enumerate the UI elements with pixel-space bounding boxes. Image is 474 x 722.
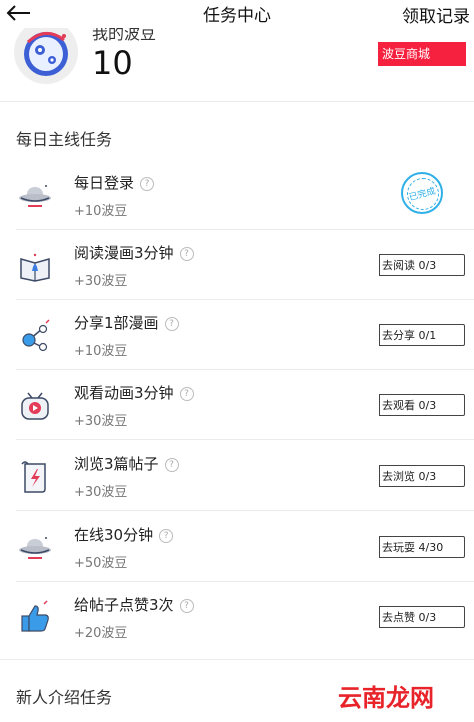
watch-button[interactable]: 去观看 0/3 [379, 394, 465, 416]
ufo-icon [16, 529, 54, 567]
task-name: 观看动画3分钟? [74, 382, 194, 403]
browse-button[interactable]: 去浏览 0/3 [379, 465, 465, 487]
task-name: 每日登录? [74, 172, 155, 193]
play-button[interactable]: 去玩耍 4/30 [379, 536, 465, 558]
task-reward: +10波豆 [74, 204, 128, 219]
task-row: 观看动画3分钟? +30波豆 去观看 0/3 [0, 370, 474, 440]
help-icon[interactable]: ? [159, 529, 174, 543]
balance-value: 10 [92, 44, 133, 82]
task-reward: +10波豆 [74, 344, 128, 359]
task-reward: +50波豆 [74, 556, 128, 571]
task-name: 阅读漫画3分钟? [74, 242, 194, 263]
task-row: 阅读漫画3分钟? +30波豆 去阅读 0/3 [0, 230, 474, 300]
records-link[interactable]: 领取记录 [402, 2, 470, 27]
help-icon[interactable]: ? [140, 177, 155, 191]
help-icon[interactable]: ? [164, 458, 179, 472]
task-row: 在线30分钟? +50波豆 去玩耍 4/30 [0, 512, 474, 582]
completed-stamp: 已完成 [401, 172, 443, 214]
task-reward: +30波豆 [74, 414, 128, 429]
task-reward: +30波豆 [74, 274, 128, 289]
newbie-section-title: 新人介绍任务 [16, 688, 113, 707]
comic-book-icon [16, 247, 54, 285]
top-bar: 任务中心 领取记录 [0, 0, 474, 28]
help-icon[interactable]: ? [179, 387, 194, 401]
like-button[interactable]: 去点赞 0/3 [379, 606, 465, 628]
divider [16, 439, 474, 440]
task-name: 浏览3篇帖子? [74, 453, 179, 474]
divider [0, 659, 474, 660]
read-button[interactable]: 去阅读 0/3 [379, 254, 465, 276]
thumbs-up-icon [16, 599, 54, 637]
ufo-icon [16, 177, 54, 215]
task-row: 给帖子点赞3次? +20波豆 去点赞 0/3 [0, 582, 474, 652]
help-icon[interactable]: ? [179, 247, 194, 261]
share-nodes-icon [16, 317, 54, 355]
task-reward: +20波豆 [74, 626, 128, 641]
divider [0, 101, 474, 102]
task-row: 分享1部漫画? +10波豆 去分享 0/1 [0, 300, 474, 370]
task-name: 给帖子点赞3次? [74, 594, 194, 615]
task-row: 浏览3篇帖子? +30波豆 去浏览 0/3 [0, 441, 474, 511]
watermark-logo: 云南龙网 [338, 684, 434, 712]
help-icon[interactable]: ? [164, 317, 179, 331]
planet-avatar-icon [14, 20, 78, 84]
scroll-icon [16, 458, 54, 496]
tv-robot-icon [16, 387, 54, 425]
task-name: 分享1部漫画? [74, 312, 179, 333]
mall-button[interactable]: 波豆商城 [378, 42, 466, 66]
help-icon[interactable]: ? [179, 599, 194, 613]
task-reward: +30波豆 [74, 485, 128, 500]
task-name: 在线30分钟? [74, 524, 174, 545]
share-button[interactable]: 去分享 0/1 [379, 324, 465, 346]
daily-section-title: 每日主线任务 [16, 130, 113, 149]
divider [16, 510, 474, 511]
